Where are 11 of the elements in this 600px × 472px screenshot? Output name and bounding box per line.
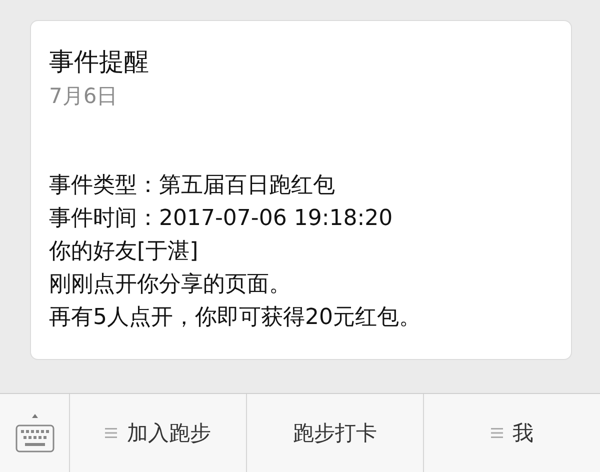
message-line: 再有5人点开，你即可获得20元红包。 [49, 304, 422, 332]
message-line: 事件时间：2017-07-06 19:18:20 [49, 205, 394, 233]
menu-item[interactable]: 我 [424, 394, 600, 472]
menu-item[interactable]: 跑步打卡 [247, 394, 424, 472]
message-line: 刚刚点开你分享的页面。 [49, 271, 292, 299]
keyboard-icon [14, 412, 54, 454]
card-title: 事件提醒 [49, 46, 150, 78]
message-line: 你的好友[于湛] [49, 238, 200, 266]
menu-item[interactable]: 加入跑步 [70, 394, 247, 472]
card-date: 7月6日 [49, 83, 119, 110]
message-line: 事件类型：第五届百日跑红包 [49, 172, 336, 200]
